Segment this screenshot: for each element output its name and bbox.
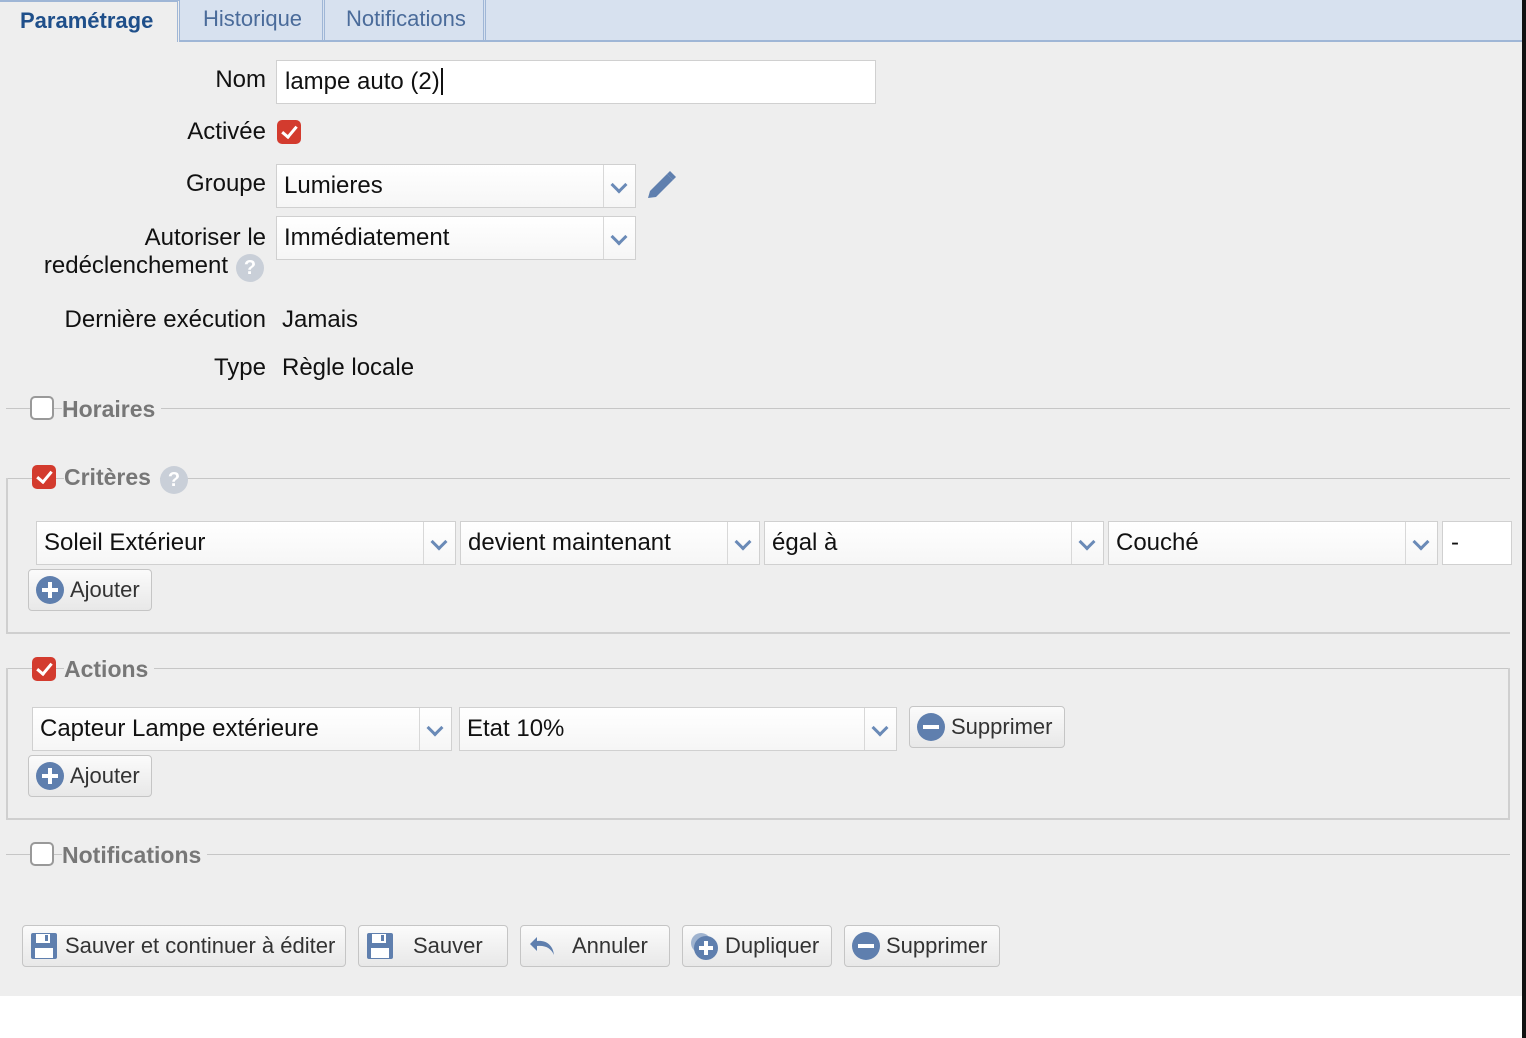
duplicate-label: Dupliquer bbox=[725, 933, 820, 958]
activee-checkbox[interactable] bbox=[277, 120, 301, 144]
floppy-disk-icon bbox=[367, 933, 393, 959]
criteres-add-label: Ajouter bbox=[70, 577, 140, 602]
duplicate-plus-icon bbox=[691, 933, 718, 960]
criteres-title: Critères bbox=[64, 464, 160, 491]
actions-add-label: Ajouter bbox=[70, 763, 140, 788]
action-device-select[interactable]: Capteur Lampe extérieure bbox=[32, 707, 452, 751]
notifications-title: Notifications bbox=[62, 842, 208, 869]
critere-extra-value: - bbox=[1451, 529, 1459, 556]
nom-label: Nom bbox=[215, 66, 266, 93]
chevron-down-icon bbox=[603, 217, 635, 259]
undo-icon bbox=[530, 937, 554, 955]
action-state-select[interactable]: Etat 10% bbox=[459, 707, 897, 751]
redeclenchement-label: redéclenchement bbox=[43, 252, 228, 279]
cancel-button[interactable]: Annuler bbox=[520, 925, 670, 967]
actions-title: Actions bbox=[64, 656, 155, 683]
type-value: Règle locale bbox=[282, 354, 415, 381]
groupe-label: Groupe bbox=[185, 170, 266, 197]
chevron-down-icon bbox=[864, 708, 896, 750]
chevron-down-icon bbox=[419, 708, 451, 750]
groupe-value: Lumieres bbox=[284, 172, 383, 199]
action-device-value: Capteur Lampe extérieure bbox=[40, 715, 319, 742]
chevron-down-icon bbox=[727, 522, 759, 564]
plus-circle-icon bbox=[36, 576, 64, 604]
derniere-execution-value: Jamais bbox=[282, 306, 359, 333]
action-delete-button[interactable]: Supprimer bbox=[909, 706, 1065, 748]
critere-value-select[interactable]: Couché bbox=[1108, 521, 1438, 565]
action-delete-label: Supprimer bbox=[951, 714, 1053, 739]
actions-add-button[interactable]: Ajouter bbox=[28, 755, 152, 797]
redeclenchement-value: Immédiatement bbox=[284, 224, 450, 251]
help-icon[interactable]: ? bbox=[160, 466, 188, 494]
redeclenchement-select[interactable]: Immédiatement bbox=[276, 216, 636, 260]
cancel-label: Annuler bbox=[572, 933, 648, 958]
horaires-title: Horaires bbox=[62, 396, 162, 423]
criteres-add-button[interactable]: Ajouter bbox=[28, 569, 152, 611]
critere-extra-input[interactable]: - bbox=[1442, 521, 1512, 565]
help-icon[interactable]: ? bbox=[236, 254, 264, 282]
action-state-value: Etat 10% bbox=[467, 715, 565, 742]
critere-value-value: Couché bbox=[1116, 529, 1199, 556]
save-continue-label: Sauver et continuer à éditer bbox=[65, 933, 336, 958]
chevron-down-icon bbox=[603, 165, 635, 207]
window-edge bbox=[1522, 0, 1526, 1038]
tab-notifications[interactable]: Notifications bbox=[326, 0, 486, 40]
chevron-down-icon bbox=[1071, 522, 1103, 564]
critere-operator-select[interactable]: égal à bbox=[764, 521, 1104, 565]
duplicate-button[interactable]: Dupliquer bbox=[682, 925, 832, 967]
chevron-down-icon bbox=[423, 522, 455, 564]
horaires-divider bbox=[6, 408, 1510, 409]
minus-circle-icon bbox=[852, 932, 880, 960]
autoriser-label: Autoriser le bbox=[144, 224, 266, 251]
horaires-checkbox[interactable] bbox=[30, 396, 54, 420]
save-continue-button[interactable]: Sauver et continuer à éditer bbox=[22, 925, 346, 967]
delete-label: Supprimer bbox=[886, 933, 988, 958]
critere-operator-value: égal à bbox=[772, 529, 838, 556]
nom-value: lampe auto (2) bbox=[285, 68, 440, 95]
tab-parametrage[interactable]: Paramétrage bbox=[0, 0, 180, 42]
save-label: Sauver bbox=[413, 933, 483, 958]
critere-source-value: Soleil Extérieur bbox=[44, 529, 206, 556]
notifications-checkbox[interactable] bbox=[30, 842, 54, 866]
critere-source-select[interactable]: Soleil Extérieur bbox=[36, 521, 456, 565]
type-label: Type bbox=[213, 354, 266, 381]
groupe-select[interactable]: Lumieres bbox=[276, 164, 636, 208]
pencil-icon[interactable] bbox=[642, 168, 678, 204]
tab-historique[interactable]: Historique bbox=[183, 0, 325, 40]
floppy-disk-icon bbox=[31, 933, 57, 959]
nom-input[interactable]: lampe auto (2) bbox=[276, 60, 876, 104]
derniere-execution-label: Dernière exécution bbox=[64, 306, 266, 333]
tab-bar: Paramétrage Historique Notifications bbox=[0, 0, 1522, 42]
critere-condition-value: devient maintenant bbox=[468, 529, 671, 556]
chevron-down-icon bbox=[1405, 522, 1437, 564]
critere-condition-select[interactable]: devient maintenant bbox=[460, 521, 760, 565]
activee-label: Activée bbox=[187, 118, 266, 145]
minus-circle-icon bbox=[917, 713, 945, 741]
notifications-divider bbox=[6, 854, 1510, 855]
save-button[interactable]: Sauver bbox=[358, 925, 508, 967]
plus-circle-icon bbox=[36, 762, 64, 790]
delete-button[interactable]: Supprimer bbox=[844, 925, 1000, 967]
criteres-checkbox[interactable] bbox=[32, 465, 56, 489]
actions-checkbox[interactable] bbox=[32, 657, 56, 681]
